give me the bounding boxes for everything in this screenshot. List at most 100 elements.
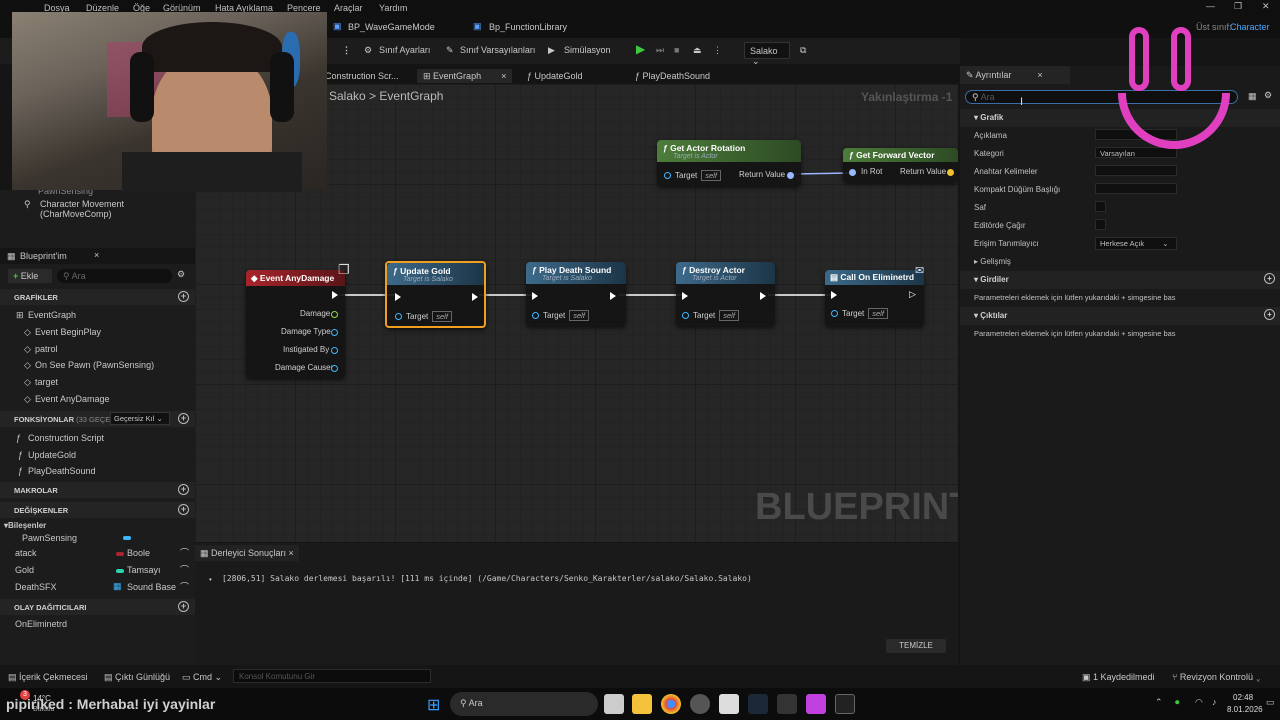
add-dispatcher-icon[interactable]: + [178,601,189,612]
graph-item-beginplay[interactable]: Event BeginPlay [35,327,101,337]
menu-help[interactable]: Yardım [379,3,407,13]
variable-deathsfx[interactable]: DeathSFX [15,582,57,592]
clock-time[interactable]: 02:48 [1233,693,1253,702]
eject-icon[interactable]: ⏏ [693,45,702,56]
section-dispatchers[interactable]: OLAY DAĞITICILARI + [0,599,195,615]
tray-chevron-icon[interactable]: ⌃ [1155,697,1163,708]
minimize-icon[interactable]: — [1206,1,1215,11]
graph-item-eventgraph[interactable]: EventGraph [28,310,76,320]
tab-wavegamemode[interactable]: BP_WaveGameMode [348,22,435,32]
github-icon[interactable] [690,694,710,714]
step-icon[interactable]: ⏭ [656,45,664,56]
simulation-button[interactable]: Simülasyon [564,45,611,55]
character-movement-component[interactable]: Character Movement (CharMoveComp) [40,199,195,219]
wifi-icon[interactable]: ◠ [1195,697,1203,708]
override-select[interactable]: Geçersiz Kıl ⌄ [110,412,170,425]
eye-icon[interactable]: ⌒ [180,563,189,576]
windows-start-icon[interactable]: ⊞ [427,695,440,715]
node-update-gold[interactable]: ƒ Update Gold Target is Salako Target sel… [385,261,486,328]
component-item-pawnsensing[interactable]: PawnSensing [22,533,77,543]
section-outputs[interactable]: ▾ Çıktılar + [960,307,1280,325]
instigated-by-pin[interactable] [331,347,338,354]
tab-compiler-results[interactable]: ▦ Derleyici Sonuçları × [195,545,299,561]
chrome-icon[interactable] [661,694,681,714]
exec-in-pin[interactable] [395,293,401,301]
section-variables[interactable]: DEĞİŞKENLER + [0,502,195,518]
pure-checkbox[interactable] [1095,201,1106,212]
epic-icon[interactable] [777,694,797,714]
revision-control-button[interactable]: ⑂ Revizyon Kontrolü ⌄ [1172,672,1261,682]
debug-filter-icon[interactable]: ⧉ [800,45,806,56]
unreal-icon[interactable] [835,694,855,714]
store-icon[interactable] [719,694,739,714]
tab-close-icon[interactable]: × [1037,70,1042,80]
variable-atack[interactable]: atack [15,548,37,558]
target-pin[interactable] [682,312,689,319]
target-pin[interactable] [831,310,838,317]
vector-pin[interactable] [947,169,954,176]
return-pin[interactable] [787,172,794,179]
exec-in-pin[interactable] [532,292,538,300]
tab-updategold[interactable]: ƒ UpdateGold [521,69,589,83]
eye-icon[interactable]: ⌒ [180,546,189,559]
keywords-field[interactable] [1095,165,1177,176]
blueprint-search-input[interactable]: ⚲ Ara [57,269,172,283]
console-input[interactable]: Konsol Komutunu Gir [233,669,431,683]
section-graphs[interactable]: GRAFİKLER + [0,289,195,305]
add-output-icon[interactable]: + [1264,309,1275,320]
add-function-icon[interactable]: + [178,413,189,424]
exec-in-pin[interactable] [682,292,688,300]
dispatcher-item-oneliminetrd[interactable]: OnEliminetrd [15,619,67,629]
exec-out-pin[interactable] [332,291,338,299]
target-pin[interactable] [532,312,539,319]
target-pin[interactable] [664,172,671,179]
class-settings-button[interactable]: Sınıf Ayarları [379,45,430,55]
taskbar-search[interactable]: ⚲ Ara [450,692,598,716]
function-item-playdeathsound[interactable]: PlayDeathSound [28,466,96,476]
taskview-icon[interactable] [604,694,624,714]
graph-item-patrol[interactable]: patrol [35,344,58,354]
app-icon[interactable] [806,694,826,714]
target-pin[interactable] [395,313,402,320]
mic-icon[interactable]: ⏺ [1175,697,1180,708]
add-macro-icon[interactable]: + [178,484,189,495]
eye-icon[interactable]: ⌒ [180,580,189,593]
debug-target-select[interactable]: Salako ⌄ [744,42,790,66]
node-get-actor-rotation[interactable]: ƒ Get Actor Rotation Target is Actor Tar… [657,140,801,186]
close-icon[interactable]: ✕ [1262,1,1270,12]
compact-title-field[interactable] [1095,183,1177,194]
exec-out-pin[interactable]: ▷ [909,289,916,300]
node-get-forward-vector[interactable]: ƒ Get Forward Vector In Rot Return Value [843,148,958,182]
section-macros[interactable]: MAKROLAR + [0,482,195,498]
play-options-icon[interactable]: ⋮ [713,45,722,56]
cmd-select[interactable]: ▭ Cmd ⌄ [182,672,222,683]
content-drawer-button[interactable]: ▤ İçerik Çekmecesi [8,672,88,683]
exec-out-pin[interactable] [760,292,766,300]
add-button[interactable]: + Ekle [8,269,52,283]
graph-item-onseepawn[interactable]: On See Pawn (PawnSensing) [35,360,154,370]
node-destroy-actor[interactable]: ƒ Destroy Actor Target is Actor Target se… [676,262,775,326]
in-rot-pin[interactable] [849,169,856,176]
tab-playdeathsound[interactable]: ƒ PlayDeathSound [629,69,716,83]
exec-in-pin[interactable] [831,291,837,299]
play-icon[interactable]: ▶ [636,42,645,56]
function-item-updategold[interactable]: UpdateGold [28,450,76,460]
clear-button[interactable]: TEMİZLE [886,639,946,653]
class-defaults-button[interactable]: Sınıf Varsayılanları [460,45,535,55]
more-icon[interactable]: ⋮ [342,45,351,56]
call-in-editor-checkbox[interactable] [1095,219,1106,230]
maximize-icon[interactable]: ❐ [1234,1,1242,12]
access-specifier-select[interactable]: Herkese Açık ⌄ [1095,237,1177,250]
damage-causer-pin[interactable] [331,365,338,372]
menu-tools[interactable]: Araçlar [334,3,363,13]
tab-close-icon[interactable]: × [286,548,294,558]
row-advanced[interactable]: ▸ Gelişmiş [960,253,1280,271]
stop-icon[interactable]: ■ [674,45,679,55]
notifications-icon[interactable]: ▭ [1266,697,1275,708]
tab-close-icon[interactable]: × [501,71,506,81]
tab-functionlibrary[interactable]: Bp_FunctionLibrary [489,22,567,32]
tab-details[interactable]: ✎ Ayrıntılar × [960,66,1070,84]
tab-eventgraph[interactable]: ⊞ EventGraph × [417,69,513,83]
section-inputs[interactable]: ▾ Girdiler + [960,271,1280,289]
exec-out-pin[interactable] [610,292,616,300]
